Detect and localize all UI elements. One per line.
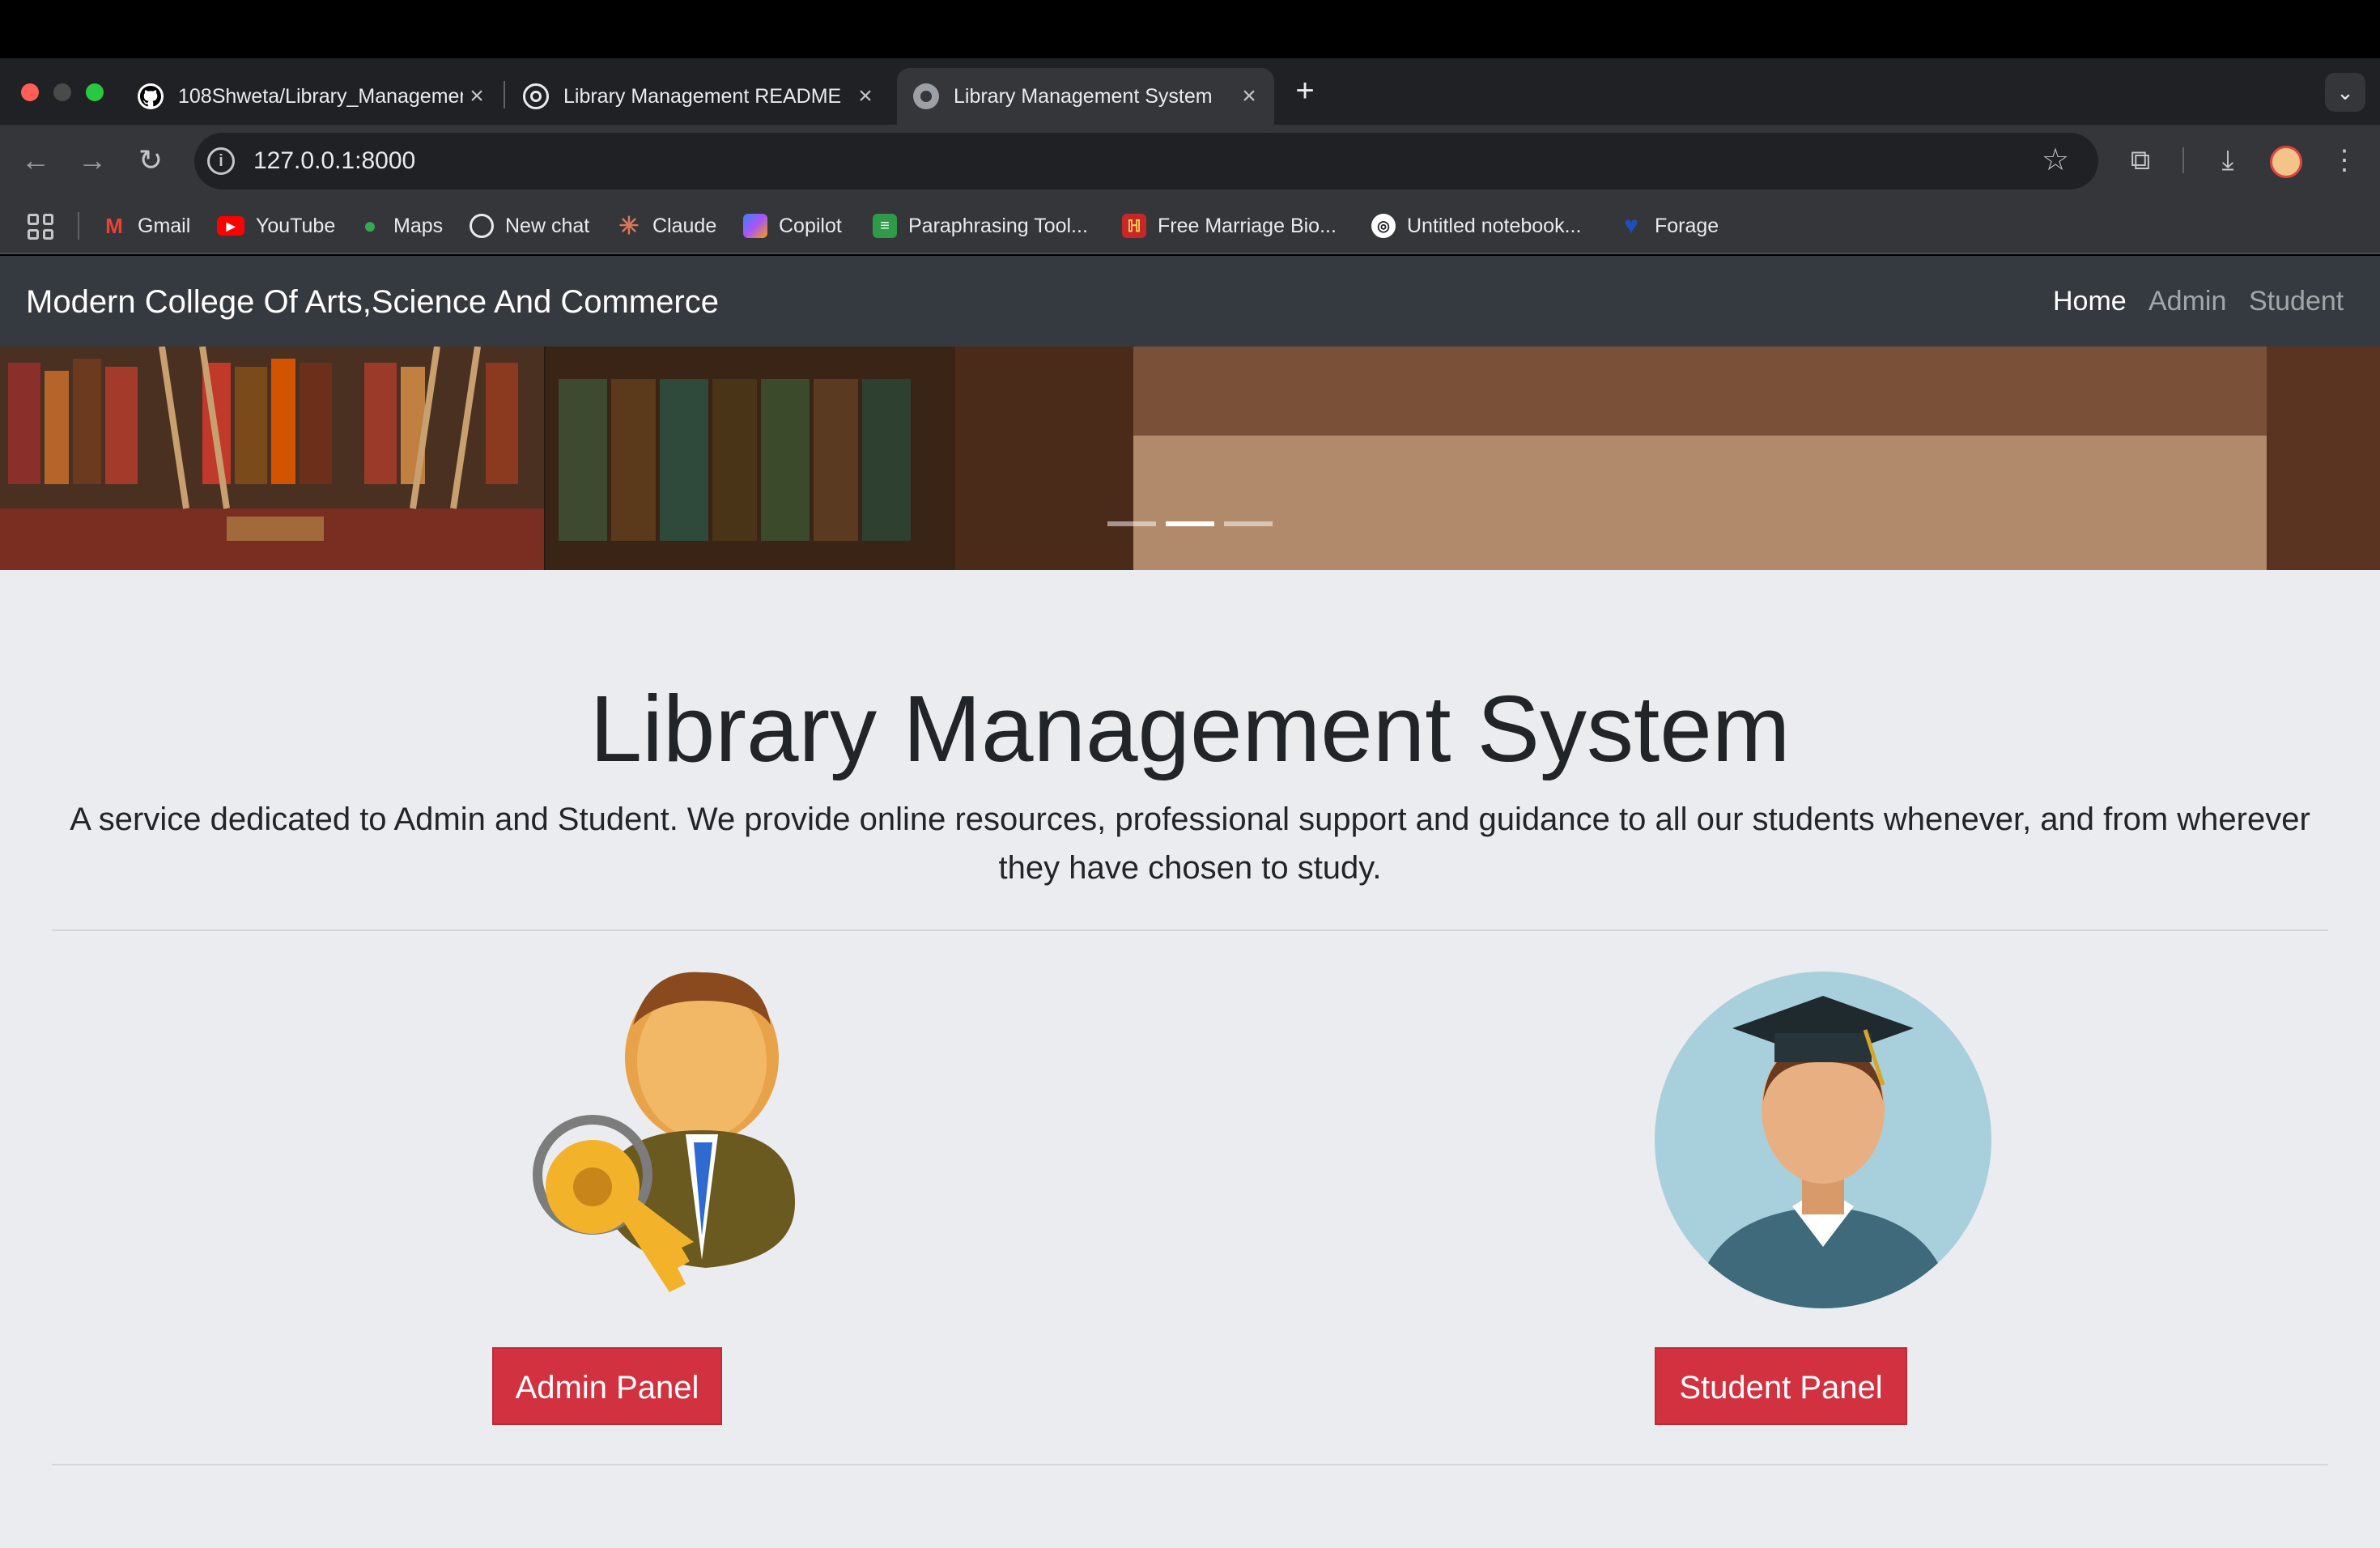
carousel-indicator-3[interactable] (1224, 521, 1273, 526)
tab-library-management-system[interactable]: Library Management System × (897, 68, 1274, 125)
notebook-icon: ◎ (1371, 214, 1396, 238)
youtube-icon: ▶ (217, 216, 244, 236)
close-window-button[interactable] (21, 83, 39, 101)
close-tab-icon[interactable]: × (852, 83, 879, 110)
back-icon[interactable]: ← (18, 142, 53, 178)
bookmark-star-icon[interactable]: ☆ (2042, 142, 2069, 178)
bookmark-label: Paraphrasing Tool... (908, 214, 1088, 237)
carousel-indicator-2[interactable] (1166, 521, 1214, 526)
openai-icon (523, 83, 549, 109)
apps-grid-icon[interactable] (28, 214, 53, 240)
reload-icon[interactable]: ↻ (133, 142, 168, 178)
url-text[interactable]: 127.0.0.1:8000 (253, 147, 415, 175)
graduate-student-icon (1655, 972, 1991, 1308)
divider (52, 1464, 2328, 1465)
openai-icon (470, 214, 494, 238)
nav-student[interactable]: Student (2249, 285, 2344, 317)
bookmark-label: New chat (505, 214, 590, 237)
tab-search-button[interactable]: ⌄ (2325, 73, 2365, 112)
site-brand[interactable]: Modern College Of Arts,Science And Comme… (26, 283, 719, 321)
carousel-indicator-1[interactable] (1107, 521, 1156, 526)
paraphrase-icon: ≡ (873, 214, 897, 238)
bookmark-label: Copilot (779, 214, 842, 237)
bookmark-untitled-notebook[interactable]: ◎ Untitled notebook... (1371, 212, 1581, 240)
copilot-icon (743, 214, 767, 238)
forward-icon[interactable]: → (74, 142, 110, 178)
globe-icon (913, 83, 939, 109)
tab-github[interactable]: 108Shweta/Library_Management × (121, 68, 502, 125)
bookmark-label: Claude (652, 214, 717, 237)
tab-title: 108Shweta/Library_Management (178, 84, 463, 108)
bookmark-claude[interactable]: ✳ Claude (617, 212, 716, 240)
bookmark-label: YouTube (256, 214, 336, 237)
bookmarks-separator (78, 212, 79, 240)
bookmark-label: Maps (393, 214, 444, 237)
bookmark-paraphrasing-tool[interactable]: ≡ Paraphrasing Tool... (873, 212, 1088, 240)
admin-key-icon (528, 968, 795, 1308)
tab-title: Library Management README (563, 84, 842, 108)
tab-separator (504, 81, 505, 108)
admin-panel-button[interactable]: Admin Panel (492, 1347, 722, 1425)
nav-home[interactable]: Home (2053, 285, 2127, 317)
hero-description: A service dedicated to Admin and Student… (70, 802, 2310, 886)
tab-title: Library Management System (954, 84, 1213, 108)
bookmark-new-chat[interactable]: New chat (470, 212, 589, 240)
library-carousel-image (0, 347, 2380, 570)
biodata-icon: ℍ (1122, 214, 1146, 238)
nav-admin[interactable]: Admin (2148, 285, 2226, 317)
page-title: Library Management System (589, 676, 1791, 781)
maximize-window-button[interactable] (86, 83, 104, 101)
toolbar-separator (2182, 147, 2184, 173)
forage-icon: ♥ (1624, 212, 1638, 239)
tab-readme[interactable]: Library Management README × (507, 68, 890, 125)
minimize-window-button[interactable] (53, 83, 71, 101)
bookmark-copilot[interactable]: Copilot (743, 212, 842, 240)
bookmark-label: Gmail (138, 214, 191, 237)
bookmark-label: Untitled notebook... (1407, 214, 1582, 237)
address-bar[interactable] (194, 133, 2098, 189)
bookmark-marriage-biodata[interactable]: ℍ Free Marriage Bio... (1122, 212, 1337, 240)
student-panel-button[interactable]: Student Panel (1655, 1347, 1907, 1425)
new-tab-button[interactable]: + (1287, 73, 1323, 108)
extensions-icon[interactable]: ⧉ (2123, 142, 2158, 178)
download-icon[interactable]: ⤓ (2210, 142, 2246, 178)
maps-icon: ● (363, 213, 377, 238)
site-info-icon[interactable]: i (207, 147, 235, 175)
divider (52, 929, 2328, 931)
bookmark-label: Free Marriage Bio... (1158, 214, 1337, 237)
bookmark-maps[interactable]: ● Maps (358, 212, 444, 240)
browser-menu-icon[interactable]: ⋮ (2327, 142, 2362, 178)
close-tab-icon[interactable]: × (463, 83, 491, 110)
bookmark-youtube[interactable]: ▶ YouTube (217, 212, 335, 240)
bookmark-label: Forage (1655, 214, 1719, 237)
window-top-strip (0, 0, 2380, 58)
profile-avatar[interactable] (2270, 146, 2302, 178)
gmail-icon: M (105, 213, 123, 238)
claude-icon: ✳ (618, 212, 640, 240)
bookmark-forage[interactable]: ♥ Forage (1619, 212, 1719, 240)
close-tab-icon[interactable]: × (1235, 83, 1263, 110)
bookmark-gmail[interactable]: M Gmail (102, 212, 190, 240)
github-icon (138, 83, 164, 109)
